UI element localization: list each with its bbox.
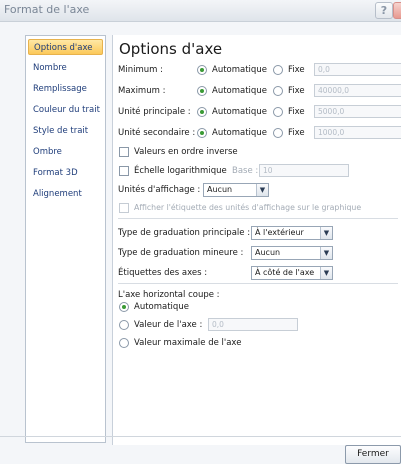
major-unit-value-field[interactable]: 5000,0 [314,105,401,118]
axis-labels-select[interactable]: À côté de l'axe ▼ [251,266,333,280]
major-unit-fixed-label: Fixe [288,107,305,117]
minor-unit-value-field[interactable]: 1000,0 [314,126,401,139]
close-button[interactable]: Fermer [345,445,401,464]
sidebar-item-remplissage[interactable]: Remplissage [28,81,103,97]
maximum-auto-label: Automatique [212,86,267,96]
reverse-order-label: Valeurs en ordre inverse [134,147,238,157]
base-label: Base : [232,166,259,176]
crosses-max-label: Valeur maximale de l'axe [134,338,242,348]
maximum-auto-radio[interactable] [197,86,207,96]
close-window-button[interactable] [393,2,401,19]
sidebar-item-alignement[interactable]: Alignement [28,186,103,202]
minimum-fixed-radio[interactable] [273,65,283,75]
maximum-label: Maximum : [118,86,166,96]
sidebar-item-style-trait[interactable]: Style de trait [28,123,103,139]
minor-unit-auto-label: Automatique [212,128,267,138]
maximum-fixed-radio[interactable] [273,86,283,96]
axis-labels-value: À côté de l'axe [255,268,315,277]
divider [118,218,398,219]
minor-unit-fixed-label: Fixe [288,128,305,138]
divider [118,283,398,284]
dialog-body: Options d'axe Nombre Remplissage Couleur… [0,22,401,464]
minimum-auto-label: Automatique [212,65,267,75]
major-unit-auto-radio[interactable] [197,107,207,117]
base-value-field[interactable]: 10 [259,164,349,177]
major-unit-fixed-radio[interactable] [273,107,283,117]
title-bar: Format de l'axe ? [0,0,401,22]
chevron-down-icon: ▼ [320,247,332,259]
axis-labels-label: Étiquettes des axes : [118,268,208,278]
sidebar-item-format-3d[interactable]: Format 3D [28,165,103,181]
axis-crosses-label: L'axe horizontal coupe : [118,290,220,300]
show-units-label-checkbox[interactable] [119,203,129,213]
crosses-value-label: Valeur de l'axe : [134,320,203,330]
display-units-value: Aucun [207,185,233,194]
sidebar-item-ombre[interactable]: Ombre [28,144,103,160]
minor-unit-fixed-radio[interactable] [273,128,283,138]
major-unit-auto-label: Automatique [212,107,267,117]
log-scale-checkbox[interactable] [119,166,129,176]
crosses-auto-label: Automatique [134,302,189,312]
major-tick-value: À l'extérieur [255,228,304,237]
maximum-value-field[interactable]: 40000,0 [314,84,401,97]
sidebar: Options d'axe Nombre Remplissage Couleur… [25,35,106,443]
window-title: Format de l'axe [4,3,90,16]
minimum-label: Minimum : [118,65,163,75]
chevron-down-icon: ▼ [320,227,332,239]
log-scale-label: Échelle logarithmique [134,166,227,176]
major-tick-label: Type de graduation principale : [118,228,251,238]
major-unit-label: Unité principale : [118,107,191,117]
minor-unit-label: Unité secondaire : [118,128,196,138]
crosses-max-radio[interactable] [119,338,129,348]
footer-divider [0,436,401,437]
chevron-down-icon: ▼ [256,184,268,196]
show-units-label-text: Afficher l'étiquette des unités d'affich… [134,203,362,212]
maximum-fixed-label: Fixe [288,86,305,96]
crosses-auto-radio[interactable] [119,302,129,312]
help-button[interactable]: ? [375,2,393,19]
crosses-value-radio[interactable] [119,320,129,330]
minor-unit-auto-radio[interactable] [197,128,207,138]
sidebar-item-couleur-trait[interactable]: Couleur du trait [28,102,103,118]
sidebar-item-options-axe[interactable]: Options d'axe [28,39,103,55]
minimum-fixed-label: Fixe [288,65,305,75]
options-panel: Options d'axe Minimum : Automatique Fixe… [112,35,401,445]
minor-tick-label: Type de graduation mineure : [118,248,244,258]
minimum-auto-radio[interactable] [197,65,207,75]
chevron-down-icon: ▼ [320,267,332,279]
display-units-select[interactable]: Aucun ▼ [203,183,269,197]
minimum-value-field[interactable]: 0,0 [314,63,401,76]
minor-tick-value: Aucun [255,248,281,257]
crosses-value-field[interactable]: 0,0 [208,318,298,331]
sidebar-item-nombre[interactable]: Nombre [28,60,103,76]
minor-tick-select[interactable]: Aucun ▼ [251,246,333,260]
major-tick-select[interactable]: À l'extérieur ▼ [251,226,333,240]
display-units-label: Unités d'affichage : [118,185,201,195]
page-title: Options d'axe [119,40,223,58]
reverse-order-checkbox[interactable] [119,147,129,157]
